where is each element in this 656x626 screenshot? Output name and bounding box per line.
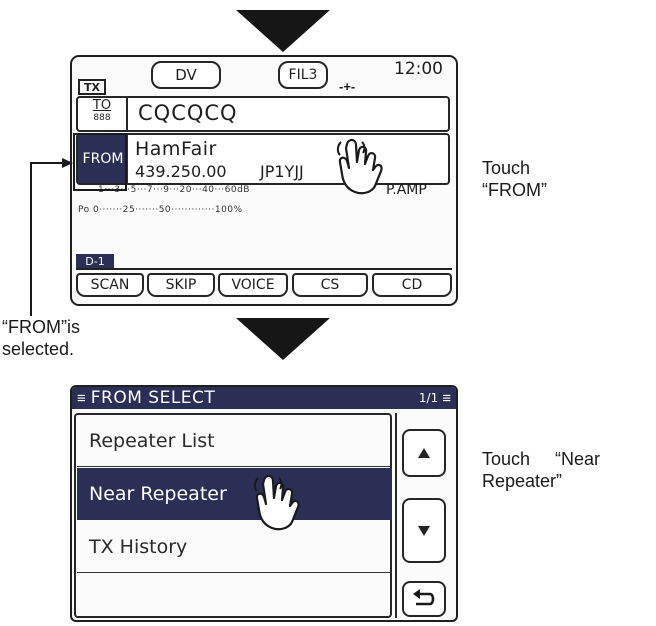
callout-touch-near-repeater: Touch “Near Repeater” <box>482 449 601 491</box>
down-arrow-middle <box>236 318 330 360</box>
screen-title: FROM SELECT <box>90 388 216 408</box>
scroll-up-button[interactable] <box>402 429 446 477</box>
return-arrow-icon <box>413 589 435 606</box>
list-item-tx-history[interactable]: TX History <box>77 521 392 573</box>
page-indicator: 1/1 <box>418 391 439 405</box>
list-item-repeater-list[interactable]: Repeater List <box>77 415 392 467</box>
scroll-down-button[interactable] <box>402 498 446 563</box>
title-bar: ≡ FROM SELECT 1/1 ≡ <box>72 387 456 409</box>
callout-from-selected: “FROM”is selected. <box>2 317 80 359</box>
list-icon: ≡ <box>442 389 451 407</box>
down-triangle-icon <box>418 525 430 536</box>
back-button[interactable] <box>402 581 446 617</box>
list-box: Repeater List Near Repeater TX History <box>74 413 392 618</box>
finger-tap-icon-2 <box>253 474 300 531</box>
finger-tap-icon <box>336 138 383 195</box>
callout-touch-from: Touch “FROM” <box>482 158 547 200</box>
list-item-near-repeater[interactable]: Near Repeater <box>77 468 392 520</box>
scroll-track <box>395 413 397 618</box>
menu-icon: ≡ <box>77 389 86 407</box>
up-triangle-icon <box>418 448 430 458</box>
